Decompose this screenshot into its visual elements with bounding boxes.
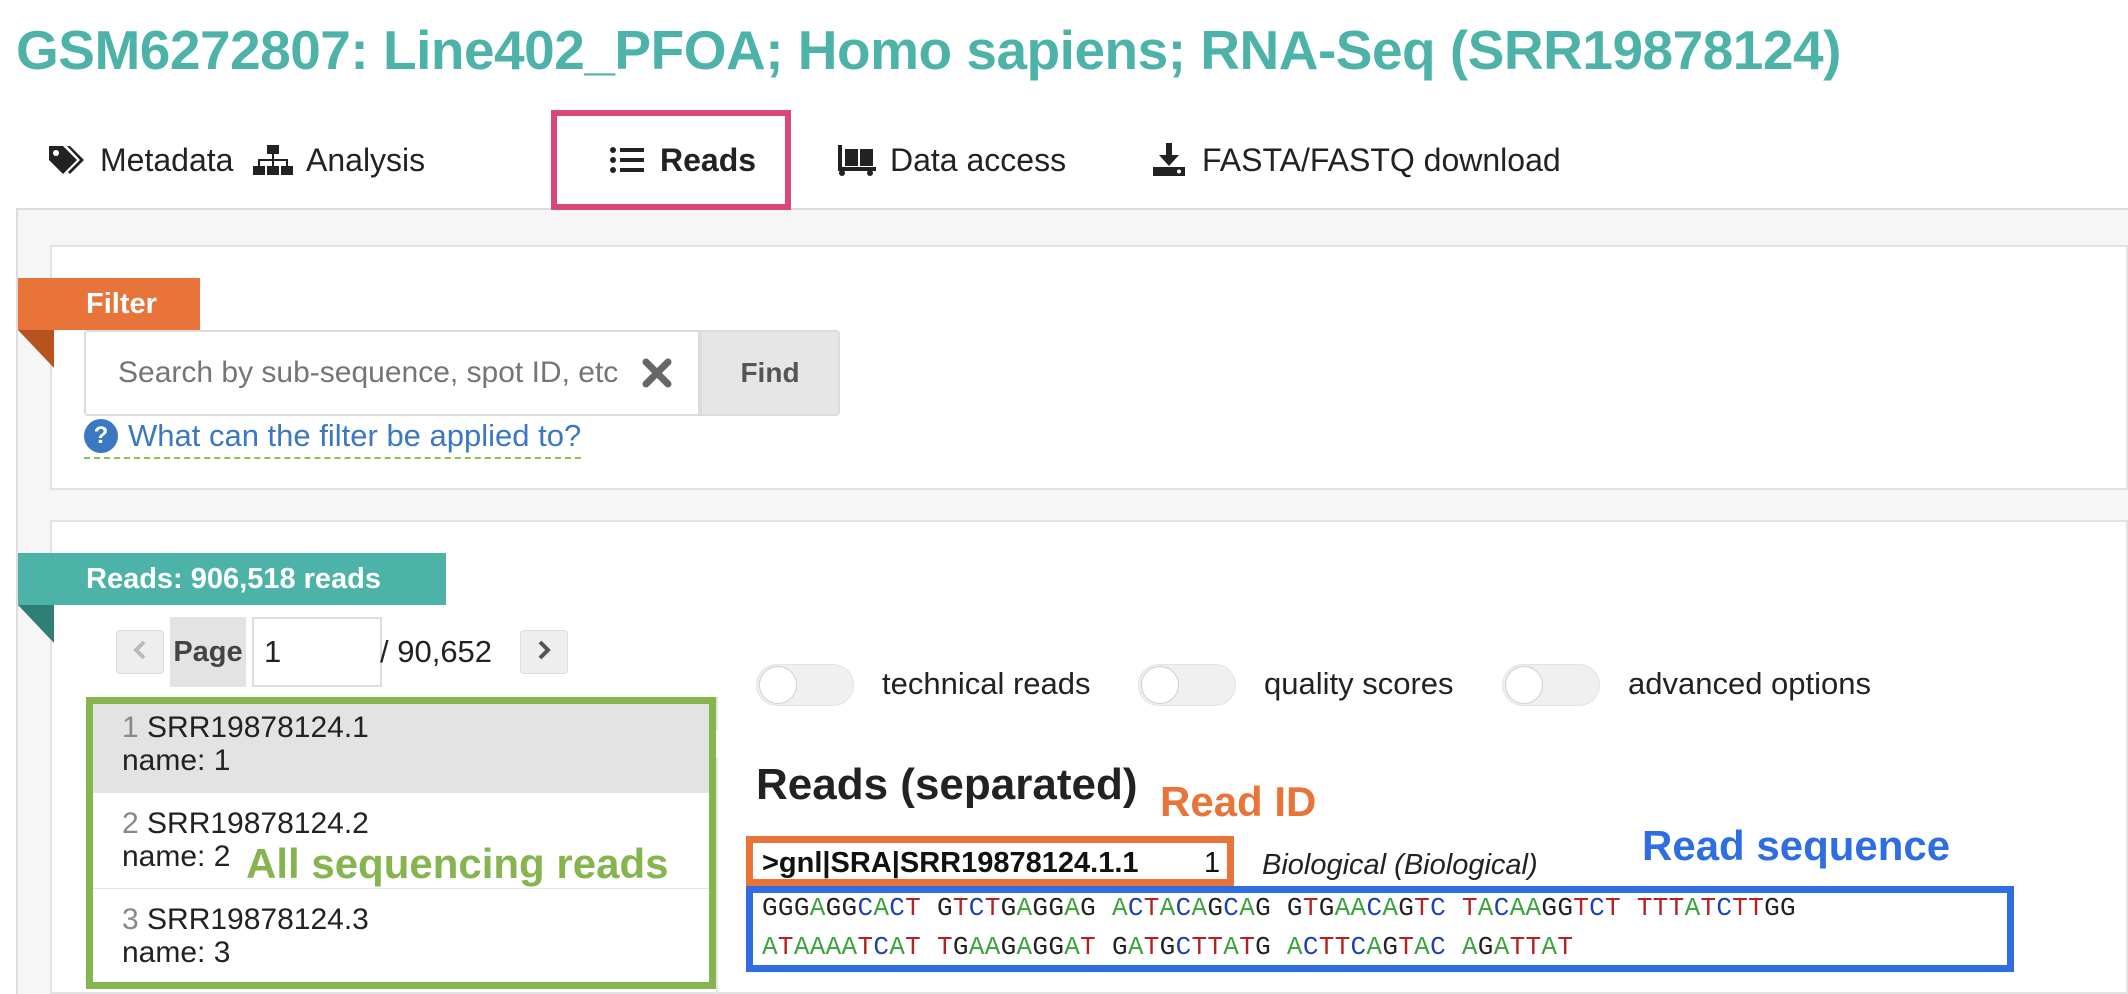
ribbon-fold [18, 330, 54, 368]
page-number-input[interactable] [252, 617, 382, 687]
next-page-button[interactable] [520, 630, 568, 674]
sitemap-icon [252, 143, 294, 177]
tab-label: Metadata [100, 141, 234, 178]
help-link-text: What can the filter be applied to? [128, 418, 582, 453]
read-sequence-highlight [746, 886, 2014, 972]
toggle-knob [1505, 666, 1543, 704]
read-sequence-annotation: Read sequence [1642, 822, 1951, 869]
tab-data-access[interactable]: Data access [836, 110, 1066, 210]
tab-metadata[interactable]: Metadata [46, 110, 233, 210]
reads-count-ribbon: Reads: 906,518 reads [18, 553, 446, 605]
advanced-options-label: advanced options [1628, 666, 1872, 701]
read-type: Biological (Biological) [1262, 849, 1538, 881]
all-reads-annotation: All sequencing reads [246, 840, 669, 887]
ribbon-fold [18, 605, 54, 643]
tab-label: FASTA/FASTQ download [1202, 141, 1561, 178]
quality-scores-toggle[interactable] [1138, 664, 1236, 706]
prev-page-button[interactable] [116, 630, 164, 674]
filter-help-link[interactable]: ? What can the filter be applied to? [84, 418, 582, 459]
advanced-options-toggle[interactable] [1502, 664, 1600, 706]
download-icon [1148, 143, 1190, 177]
tags-icon [46, 143, 88, 177]
clear-icon[interactable] [636, 352, 678, 394]
page-total: / 90,652 [380, 634, 493, 669]
question-circle-icon: ? [84, 419, 118, 453]
chevron-left-icon [132, 640, 148, 665]
chevron-right-icon [536, 640, 552, 665]
technical-reads-toggle[interactable] [756, 664, 854, 706]
technical-reads-label: technical reads [882, 666, 1091, 701]
tab-label: Analysis [306, 141, 426, 178]
reads-heading: Reads (separated) [756, 760, 1138, 809]
read-id-highlight [746, 836, 1234, 886]
page-title: GSM6272807: Line402_PFOA; Homo sapiens; … [16, 19, 1841, 81]
page-label: Page [170, 617, 246, 687]
tab-label: Data access [890, 141, 1067, 178]
toggle-knob [1141, 666, 1179, 704]
find-button[interactable]: Find [700, 330, 840, 416]
dolly-icon [836, 143, 878, 177]
tab-fasta-download[interactable]: FASTA/FASTQ download [1148, 110, 1561, 210]
tab-bar: Metadata Analysis Reads Data access FAST… [16, 110, 2128, 210]
filter-ribbon: Filter [18, 278, 200, 330]
toggle-knob [759, 666, 797, 704]
active-tab-highlight [551, 110, 791, 210]
search-input[interactable] [84, 330, 700, 416]
selected-pointer [716, 730, 730, 758]
read-id-annotation: Read ID [1160, 778, 1317, 825]
quality-scores-label: quality scores [1264, 666, 1454, 701]
tab-analysis[interactable]: Analysis [252, 110, 425, 210]
